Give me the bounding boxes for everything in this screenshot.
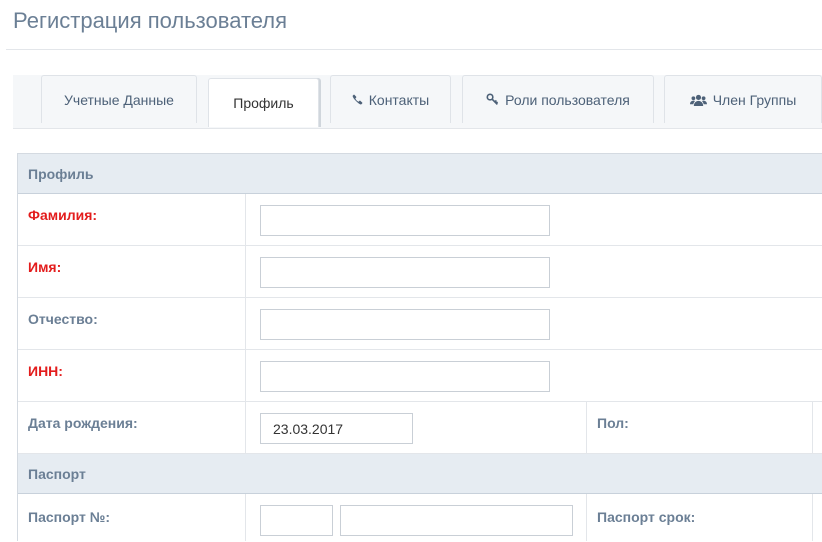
tab-contacts[interactable]: Контакты bbox=[330, 75, 451, 123]
section-title: Профиль bbox=[28, 165, 94, 182]
title-divider bbox=[6, 49, 822, 50]
column-divider bbox=[245, 402, 246, 453]
section-title: Паспорт bbox=[28, 465, 86, 482]
tab-label: Роли пользователя bbox=[505, 91, 630, 108]
last-name-label: Фамилия: bbox=[28, 207, 98, 223]
form-row-patronymic: Отчество: bbox=[18, 298, 822, 350]
gender-label: Пол: bbox=[597, 415, 629, 431]
column-divider bbox=[586, 402, 587, 453]
first-name-field[interactable] bbox=[260, 257, 550, 288]
tab-profile[interactable]: Профиль bbox=[208, 78, 319, 127]
tab-group-member[interactable]: Член Группы bbox=[664, 75, 822, 123]
column-divider bbox=[245, 494, 246, 541]
tab-label: Контакты bbox=[368, 91, 430, 108]
column-divider bbox=[812, 494, 813, 541]
page-title: Регистрация пользователя bbox=[13, 8, 288, 33]
column-divider bbox=[245, 246, 246, 297]
profile-section-header: Профиль bbox=[18, 154, 822, 194]
tab-credentials[interactable]: Учетные Данные bbox=[41, 75, 197, 123]
profile-form: Профиль Фамилия: Имя: Отчество: ИНН: Дат… bbox=[17, 153, 822, 541]
passport-term-label: Паспорт срок: bbox=[597, 509, 696, 525]
first-name-label: Имя: bbox=[28, 259, 62, 275]
key-icon bbox=[486, 93, 499, 106]
tab-bar: Учетные Данные Профиль Контакты Роли пол… bbox=[13, 75, 822, 129]
tab-label: Учетные Данные bbox=[64, 91, 174, 108]
column-divider bbox=[245, 194, 246, 245]
form-row-passport: Паспорт №: Паспорт срок: bbox=[18, 494, 822, 541]
inn-field[interactable] bbox=[260, 361, 550, 392]
column-divider bbox=[245, 350, 246, 401]
passport-number-field[interactable] bbox=[340, 505, 573, 536]
column-divider bbox=[812, 402, 813, 453]
column-divider bbox=[586, 494, 587, 541]
form-row-first-name: Имя: bbox=[18, 246, 822, 298]
last-name-field[interactable] bbox=[260, 205, 550, 236]
column-divider bbox=[245, 298, 246, 349]
form-row-birth-date: Дата рождения: Пол: bbox=[18, 402, 822, 454]
phone-icon bbox=[352, 94, 363, 105]
form-row-last-name: Фамилия: bbox=[18, 194, 822, 246]
users-icon bbox=[689, 94, 707, 106]
patronymic-label: Отчество: bbox=[28, 311, 98, 327]
passport-series-field[interactable] bbox=[260, 505, 333, 536]
birth-date-label: Дата рождения: bbox=[28, 415, 138, 431]
patronymic-field[interactable] bbox=[260, 309, 550, 340]
tab-label: Профиль bbox=[233, 95, 294, 111]
passport-section-header: Паспорт bbox=[18, 454, 822, 494]
tab-user-roles[interactable]: Роли пользователя bbox=[462, 75, 654, 123]
form-row-inn: ИНН: bbox=[18, 350, 822, 402]
tab-label: Член Группы bbox=[712, 91, 797, 108]
birth-date-field[interactable] bbox=[260, 413, 413, 444]
inn-label: ИНН: bbox=[28, 363, 63, 379]
passport-number-label: Паспорт №: bbox=[28, 509, 111, 525]
